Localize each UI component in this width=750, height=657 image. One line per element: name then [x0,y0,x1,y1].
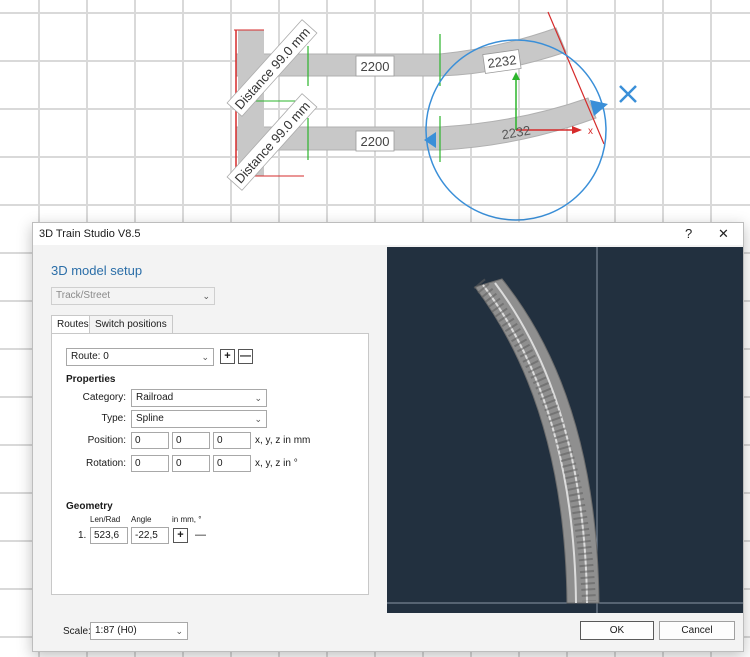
page-title: 3D model setup [51,263,143,278]
rotation-x-input[interactable]: 0 [131,455,169,472]
chevron-down-icon: ⌄ [254,393,262,403]
add-route-button[interactable]: + [220,349,235,364]
type-value: Spline [136,413,164,424]
rotation-label: Rotation: [85,458,126,469]
chevron-down-icon: ⌄ [175,626,183,636]
properties-heading: Properties [66,374,116,385]
scale-select[interactable]: 1:87 (H0) ⌄ [90,622,188,640]
category-label: Category: [82,392,126,403]
gizmo-x-label: x [588,126,593,137]
rotation-z-input[interactable]: 0 [213,455,251,472]
rotation-unit: x, y, z in ° [255,458,298,469]
angle-input[interactable]: -22,5 [131,527,169,544]
gizmo-y-arrow[interactable] [512,72,520,80]
dialog-title: 3D Train Studio V8.5 [39,228,141,240]
position-unit: x, y, z in mm [255,435,311,446]
add-track-plus-icon[interactable] [619,85,637,103]
routes-tab-panel: Route: 0 ⌄ + — Properties Category: Rail… [51,333,369,595]
remove-route-button[interactable]: — [238,349,253,364]
model-setup-dialog: 3D Train Studio V8.5 ? ✕ 3D model setup … [32,222,744,652]
model-type-select: Track/Street ⌄ [51,287,215,305]
len-rad-input[interactable]: 523,6 [90,527,128,544]
gizmo-x-arrow[interactable] [572,126,582,134]
cancel-button[interactable]: Cancel [659,621,735,640]
remove-segment-button[interactable]: — [193,528,208,543]
scale-label: Scale: [63,626,91,637]
dialog-titlebar[interactable]: 3D Train Studio V8.5 ? ✕ [33,223,743,245]
add-segment-button[interactable]: + [173,528,188,543]
type-label: Type: [101,413,126,424]
geometry-row-index: 1. [78,530,87,541]
scale-value: 1:87 (H0) [95,625,137,636]
geometry-heading: Geometry [66,501,113,512]
route-select[interactable]: Route: 0 ⌄ [66,348,214,366]
chevron-down-icon: ⌄ [201,352,209,362]
position-x-input[interactable]: 0 [131,432,169,449]
help-button[interactable]: ? [685,226,692,241]
track-length-lower: 2200 [361,134,390,149]
rotation-y-input[interactable]: 0 [172,455,210,472]
track-length-upper: 2200 [361,59,390,74]
position-z-input[interactable]: 0 [213,432,251,449]
ok-button[interactable]: OK [580,621,654,640]
chevron-down-icon: ⌄ [202,291,210,301]
position-y-input[interactable]: 0 [172,432,210,449]
3d-preview-viewport[interactable] [387,247,743,613]
settings-panel: 3D model setup Track/Street ⌄ Routes Swi… [33,247,387,613]
col-units: in mm, ° [172,515,202,524]
type-select[interactable]: Spline ⌄ [131,410,267,428]
route-select-value: Route: 0 [71,351,109,362]
category-value: Railroad [136,392,174,403]
chevron-down-icon: ⌄ [254,414,262,424]
col-angle: Angle [131,515,152,524]
editor-canvas[interactable]: x 2200 2200 2232 2232 Distance 99.0 mm D… [0,0,750,222]
position-label: Position: [87,435,126,446]
model-type-value: Track/Street [56,290,111,301]
tab-switch-positions[interactable]: Switch positions [89,315,173,333]
category-select[interactable]: Railroad ⌄ [131,389,267,407]
dialog-footer: Scale: 1:87 (H0) ⌄ OK Cancel [33,613,743,651]
col-len-rad: Len/Rad [90,515,121,524]
track-preview [387,247,743,613]
close-button[interactable]: ✕ [718,226,729,242]
